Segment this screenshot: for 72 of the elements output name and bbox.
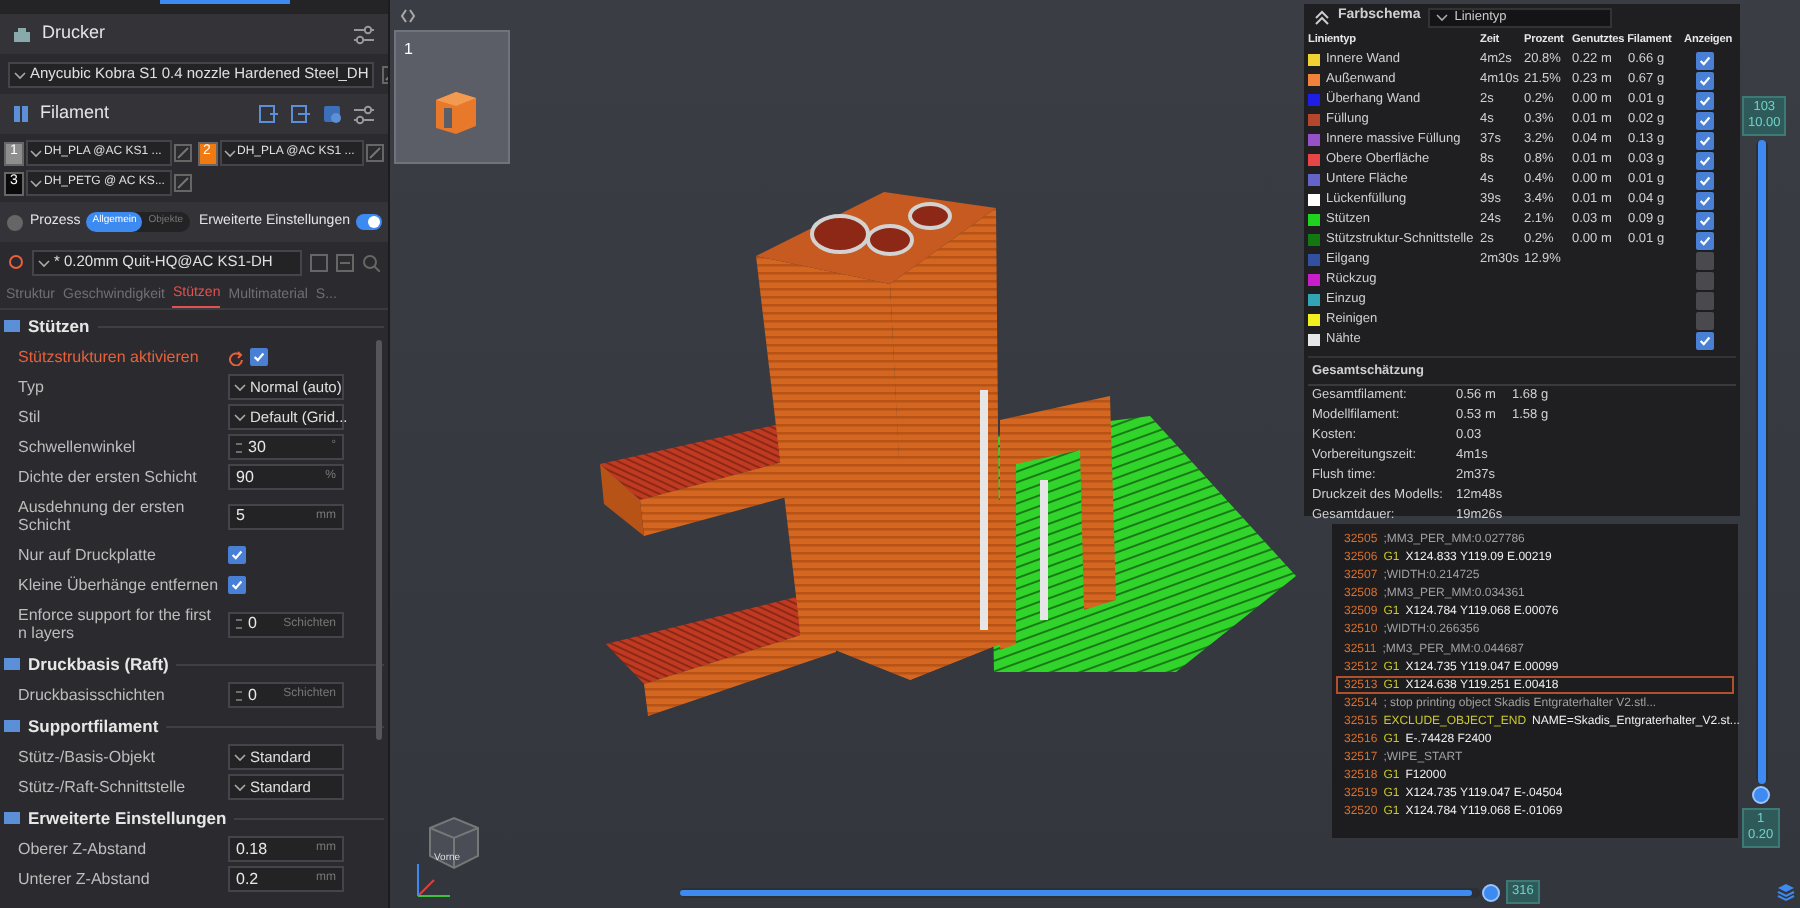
plate-thumbnail[interactable]: 1 — [394, 30, 510, 164]
setting-label: Druckbasisschichten — [18, 686, 167, 704]
checkbox[interactable] — [1696, 51, 1714, 69]
caret-icon — [1436, 12, 1449, 22]
setting-label: Stütz-/Basis-Objekt — [18, 748, 157, 766]
setting-label: Dichte der ersten Schicht — [18, 468, 199, 486]
checkbox[interactable] — [1696, 131, 1714, 149]
setting-label: Stütz-/Raft-Schnittstelle — [18, 778, 188, 796]
settings-icon[interactable] — [352, 23, 376, 45]
setting-label: Nur auf Druckplatte — [18, 546, 158, 564]
plate-number: 1 — [404, 38, 413, 62]
checkbox[interactable] — [250, 348, 268, 366]
section-title: Druckbasis (Raft) — [28, 651, 169, 677]
checkbox[interactable] — [1696, 231, 1714, 249]
search-icon[interactable] — [362, 253, 380, 271]
printer-icon — [12, 25, 32, 43]
caret-icon — [223, 148, 235, 158]
setting-label: Stil — [18, 408, 43, 426]
caret-icon — [234, 782, 246, 792]
section-icon — [4, 318, 20, 334]
section-title: Filament — [40, 100, 112, 127]
checkbox[interactable] — [228, 546, 246, 564]
remove-icon[interactable] — [290, 104, 312, 124]
collapse-icon[interactable] — [1314, 9, 1330, 25]
scrollbar[interactable] — [376, 340, 382, 740]
checkbox[interactable] — [1696, 251, 1714, 269]
collapse-icon[interactable] — [400, 8, 416, 24]
slider-handle[interactable] — [1482, 884, 1500, 902]
caret-icon — [234, 752, 246, 762]
checkbox[interactable] — [1696, 211, 1714, 229]
section-icon — [4, 810, 20, 826]
caret-icon — [30, 178, 42, 188]
caret-icon — [234, 412, 246, 422]
layers-icon[interactable] — [1776, 882, 1796, 902]
checkbox[interactable] — [1696, 151, 1714, 169]
checkbox[interactable] — [1696, 71, 1714, 89]
caret-icon — [38, 257, 50, 267]
edit-icon[interactable] — [173, 174, 191, 192]
checkbox[interactable] — [1696, 311, 1714, 329]
setting-label: Kleine Überhänge entfernen — [18, 576, 221, 594]
caret-icon — [234, 382, 246, 392]
checkbox[interactable] — [1696, 111, 1714, 129]
setting-label: Ausdehnung der ersten Schicht — [18, 498, 187, 534]
checkbox[interactable] — [1696, 171, 1714, 189]
setting-label: Oberer Z-Abstand — [18, 840, 149, 858]
section-title: Erweiterte Einstellungen — [28, 805, 227, 831]
setting-label: Enforce support for the first n layers — [18, 606, 213, 642]
section-icon — [4, 656, 20, 672]
edit-icon[interactable] — [173, 144, 191, 162]
add-icon[interactable] — [258, 104, 280, 124]
slider-handle[interactable] — [1752, 786, 1770, 804]
checkbox[interactable] — [1696, 91, 1714, 109]
checkbox[interactable] — [1696, 291, 1714, 309]
setting-label: Typ — [18, 378, 46, 396]
section-title: Stützen — [28, 313, 90, 339]
setting-label: Stützstrukturen aktivieren — [18, 348, 201, 366]
caret-icon — [30, 148, 42, 158]
section-title: Supportfilament — [28, 713, 159, 739]
section-icon — [4, 718, 20, 734]
setting-label: Unterer Z-Abstand — [18, 870, 152, 888]
settings-icon[interactable] — [352, 103, 376, 125]
checkbox[interactable] — [228, 576, 246, 594]
filament-icon — [12, 104, 30, 124]
section-title: Drucker — [42, 20, 108, 47]
toggle-switch[interactable] — [356, 214, 382, 230]
edit-icon[interactable] — [366, 144, 384, 162]
checkbox[interactable] — [1696, 191, 1714, 209]
tab-indicator — [160, 0, 290, 4]
checkbox[interactable] — [1696, 271, 1714, 289]
caret-icon — [14, 69, 26, 79]
setting-label: Schwellenwinkel — [18, 438, 138, 456]
checkbox[interactable] — [1696, 331, 1714, 349]
